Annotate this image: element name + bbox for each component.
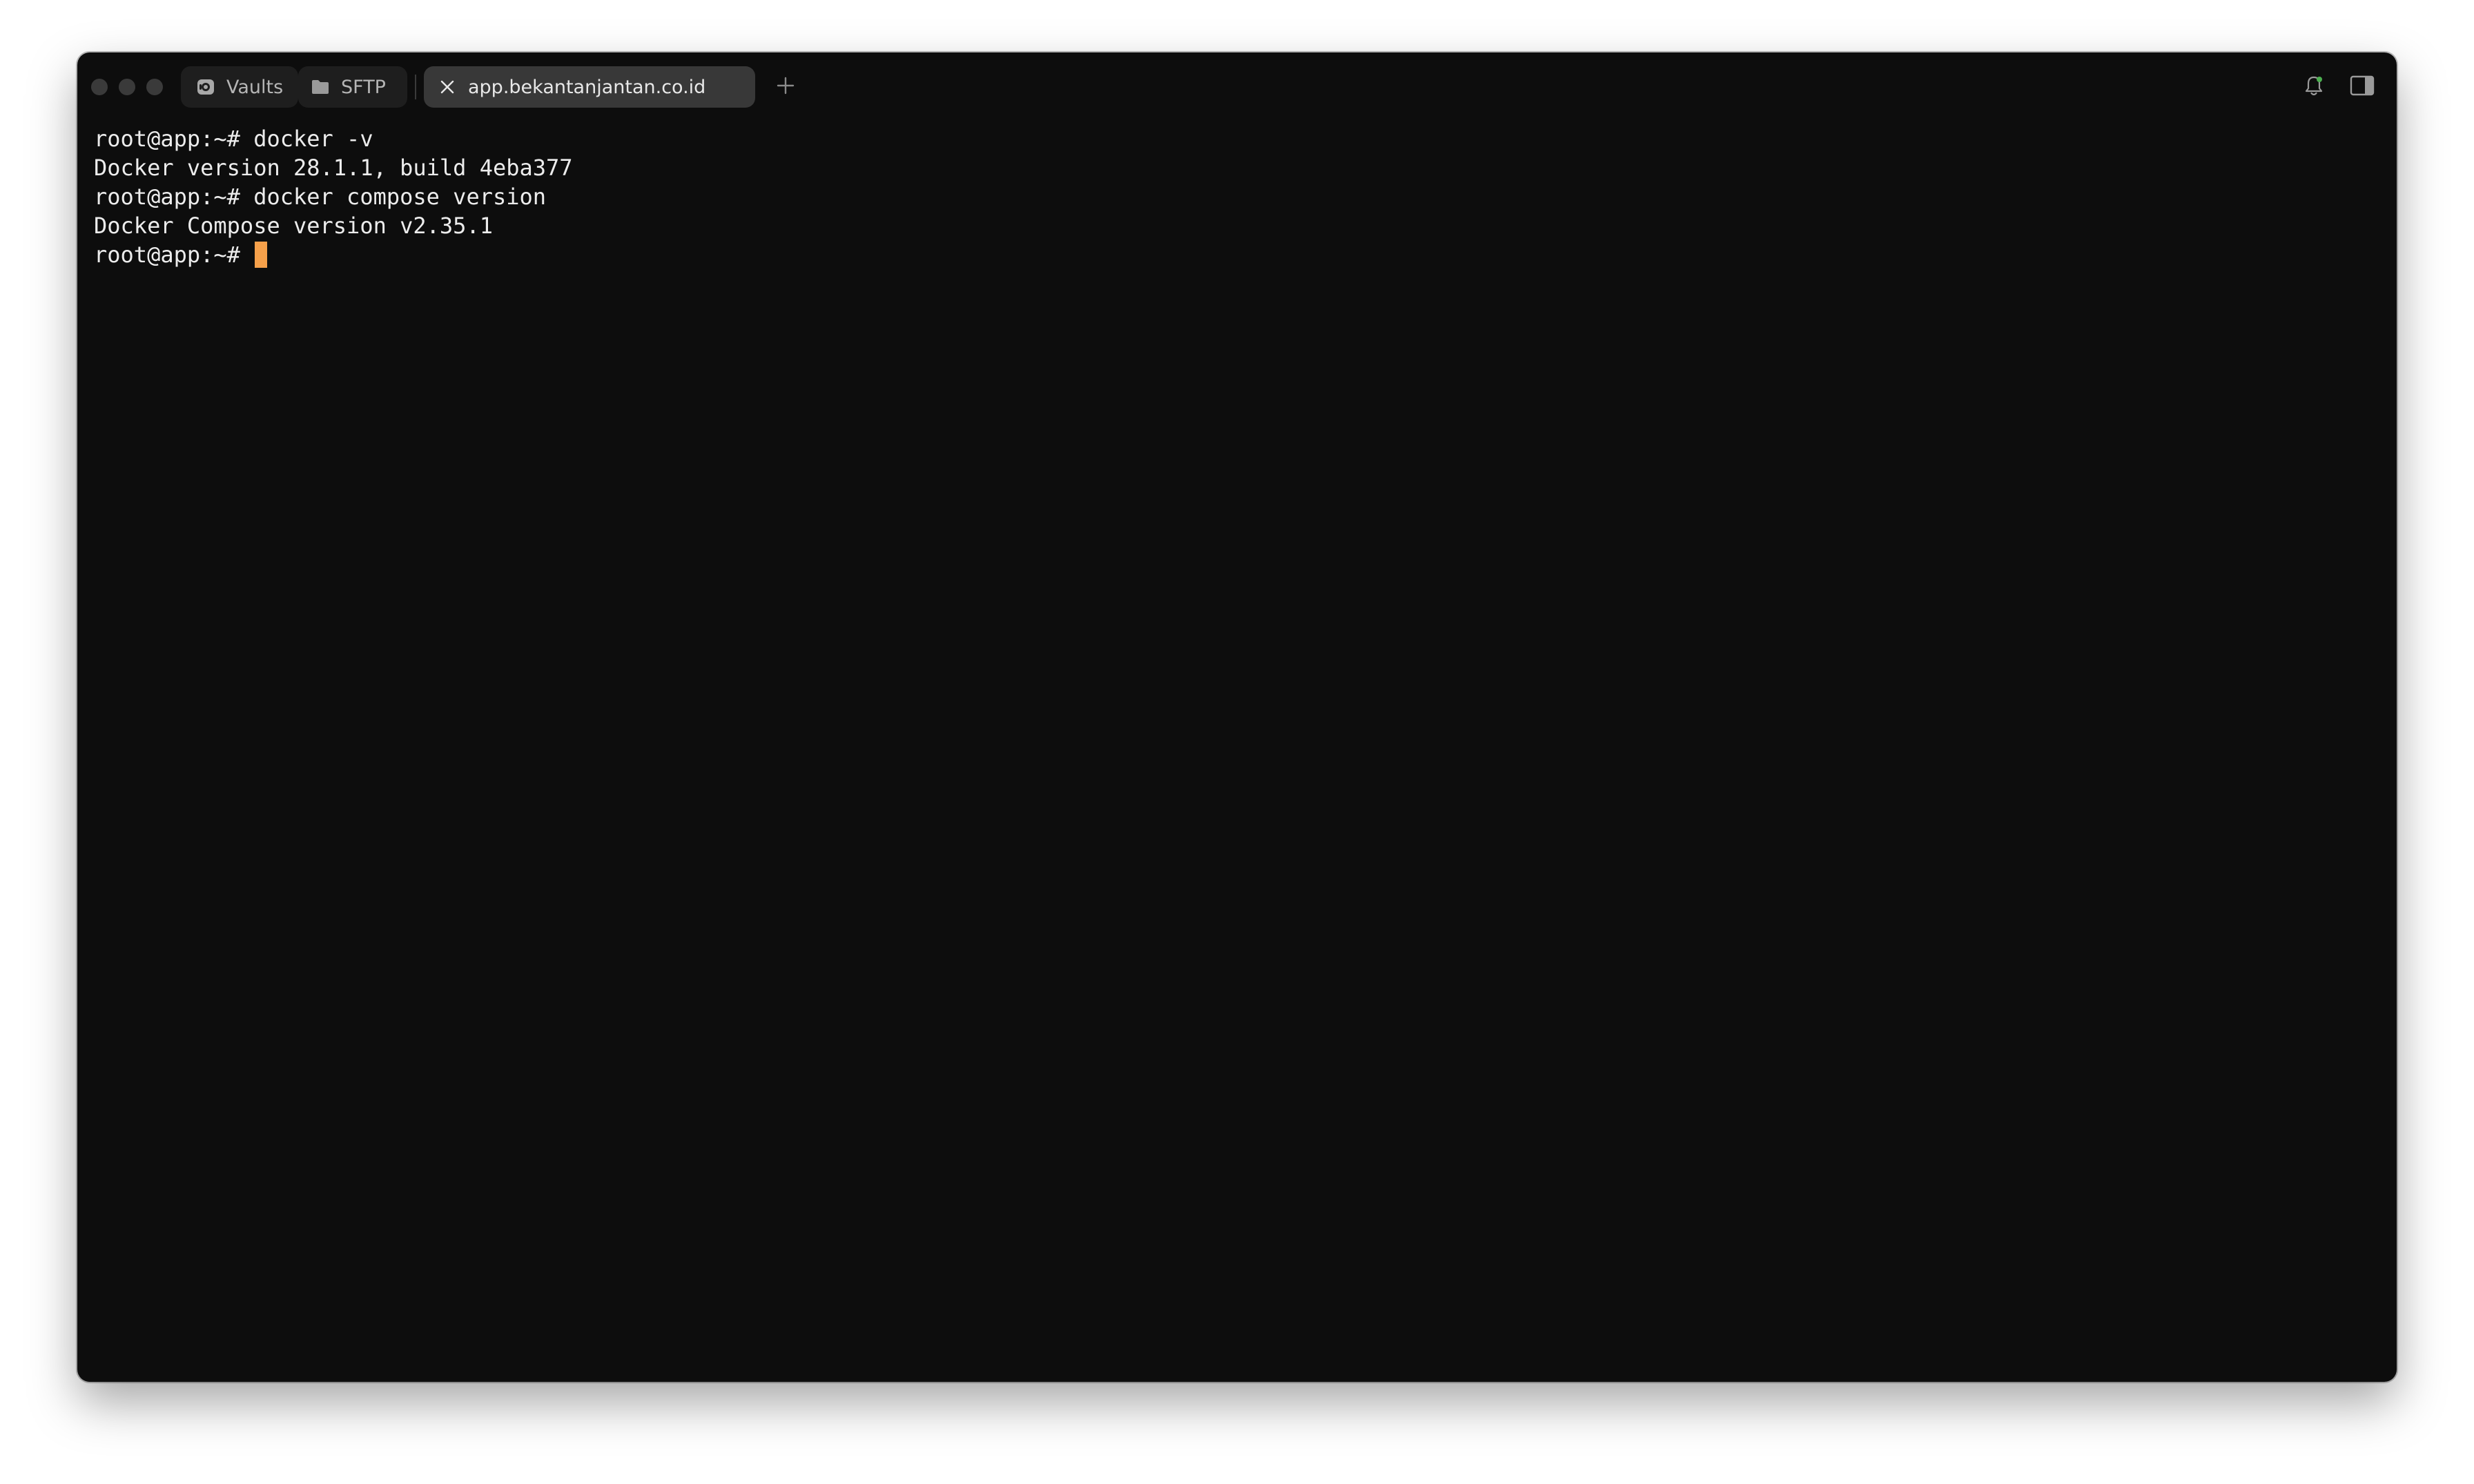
bell-icon [2303,75,2324,100]
tab-label: SFTP [341,76,386,98]
plus-icon [776,76,795,99]
title-bar: Vaults SFTP app.bekantanjantan.co.id [77,52,2397,124]
tab-label: Vaults [226,76,284,98]
tab-sftp[interactable]: SFTP [298,66,407,108]
terminal-prompt-line: root@app:~# [94,240,2380,269]
zoom-window-button[interactable] [146,79,163,95]
tab-separator [415,75,416,99]
terminal-window: Vaults SFTP app.bekantanjantan.co.id roo… [77,52,2397,1382]
terminal-line: Docker Compose version v2.35.1 [94,213,493,239]
close-icon[interactable] [436,76,458,98]
tab-label: app.bekantanjantan.co.id [468,76,706,98]
tab-vaults[interactable]: Vaults [181,66,298,108]
toggle-sidebar-button[interactable] [2347,72,2377,102]
new-tab-button[interactable] [770,72,801,102]
tab-host-session[interactable]: app.bekantanjantan.co.id [424,66,755,108]
terminal-cursor [255,242,268,268]
prompt: root@app:~# [94,242,254,268]
notifications-button[interactable] [2299,72,2329,102]
sidebar-toggle-icon [2350,75,2375,99]
folder-icon [309,76,331,98]
minimize-window-button[interactable] [119,79,135,95]
vault-icon [195,76,217,98]
terminal-line: root@app:~# docker compose version [94,184,547,210]
close-window-button[interactable] [91,79,108,95]
terminal-line: Docker version 28.1.1, build 4eba377 [94,155,573,181]
terminal-line: root@app:~# docker -v [94,126,373,152]
terminal-output[interactable]: root@app:~# docker -v Docker version 28.… [94,124,2380,1368]
